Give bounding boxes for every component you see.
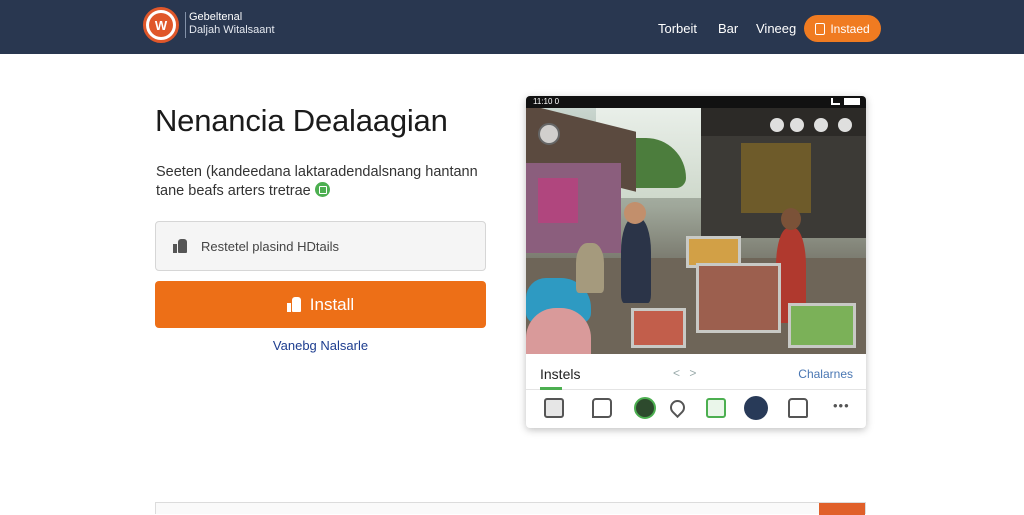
install-button[interactable]: Install	[155, 281, 486, 328]
photo-person-man-head	[624, 202, 646, 224]
photo-stall-cloth	[538, 178, 578, 223]
bottom-search-bar[interactable]	[155, 502, 866, 515]
green-lock-icon	[314, 182, 330, 197]
phone-status-bar: 11:10 0	[526, 96, 866, 108]
brand-logo-icon[interactable]: W	[143, 7, 179, 43]
brand-name[interactable]: Gebeltenal Daljah Witalsaant	[189, 11, 275, 37]
brand-divider	[185, 12, 186, 38]
install-icon	[815, 22, 826, 35]
details-input-placeholder: Restetel plasind HDtails	[201, 238, 340, 254]
profile-avatar-icon[interactable]	[744, 396, 768, 420]
chat-icon[interactable]	[814, 118, 828, 132]
details-input[interactable]: Restetel plasind HDtails	[155, 221, 486, 271]
nav-item-2[interactable]: Bar	[718, 21, 738, 36]
brand-line-2: Daljah Witalsaant	[189, 24, 275, 36]
avatar-icon[interactable]	[634, 397, 656, 419]
photo-person-woman-head	[781, 208, 801, 230]
shield-icon[interactable]	[790, 118, 804, 132]
battery-icon	[844, 98, 860, 105]
photo-crate	[631, 308, 686, 348]
logo-emblem: W	[149, 13, 173, 37]
tab-changes[interactable]: Chalarnes	[798, 367, 853, 381]
photo-person-man	[621, 218, 651, 303]
thumbs-up-icon	[286, 297, 301, 312]
hero-description: Seeten (kandeedana laktaradendalsnang ha…	[156, 163, 486, 201]
lock-icon[interactable]	[838, 118, 852, 132]
nav-item-1[interactable]: Torbeit	[658, 21, 697, 36]
photo-crate	[788, 303, 856, 348]
news-icon[interactable]	[544, 398, 564, 418]
photo-stall-goods	[741, 143, 811, 213]
photo-crate	[696, 263, 781, 333]
location-icon[interactable]	[666, 396, 689, 419]
brand-line-1: Gebeltenal	[189, 11, 243, 23]
photo-user-icon[interactable]	[538, 123, 560, 145]
photo-person-seated	[576, 243, 604, 293]
tab-installs[interactable]: Instels	[540, 366, 580, 382]
phone-preview: 11:10 0 Instels < > Chalarnes •••	[526, 96, 866, 428]
market-photo[interactable]	[526, 108, 866, 354]
install-button-label: Install	[309, 294, 355, 314]
header-install-label: Instaed	[830, 21, 870, 36]
top-navigation-bar: W Gebeltenal Daljah Witalsaant Torbeit B…	[0, 0, 1024, 54]
phone-dock: •••	[526, 392, 866, 424]
status-time: 11:10 0	[533, 97, 560, 106]
home-icon[interactable]	[770, 118, 784, 132]
phone-tab-bar: Instels < > Chalarnes	[526, 354, 866, 390]
nav-item-3[interactable]: Vineeg	[756, 21, 796, 36]
header-install-button[interactable]: Instaed	[804, 15, 881, 42]
message-icon[interactable]	[592, 398, 612, 418]
more-icon[interactable]: •••	[833, 399, 855, 415]
signal-icon	[831, 98, 840, 105]
page-title: Nenancia Dealaagian	[155, 103, 448, 138]
status-icons	[831, 98, 860, 105]
bag-icon[interactable]	[788, 398, 808, 418]
bottom-action-button[interactable]	[819, 503, 865, 515]
photo-umbrella	[526, 308, 591, 354]
tab-scroll-arrows[interactable]: < >	[673, 366, 699, 380]
secondary-link[interactable]: Vanebg Nalsarle	[155, 338, 486, 353]
tab-active-indicator	[540, 387, 562, 390]
check-icon[interactable]	[706, 398, 726, 418]
thumbs-up-icon	[173, 239, 187, 253]
